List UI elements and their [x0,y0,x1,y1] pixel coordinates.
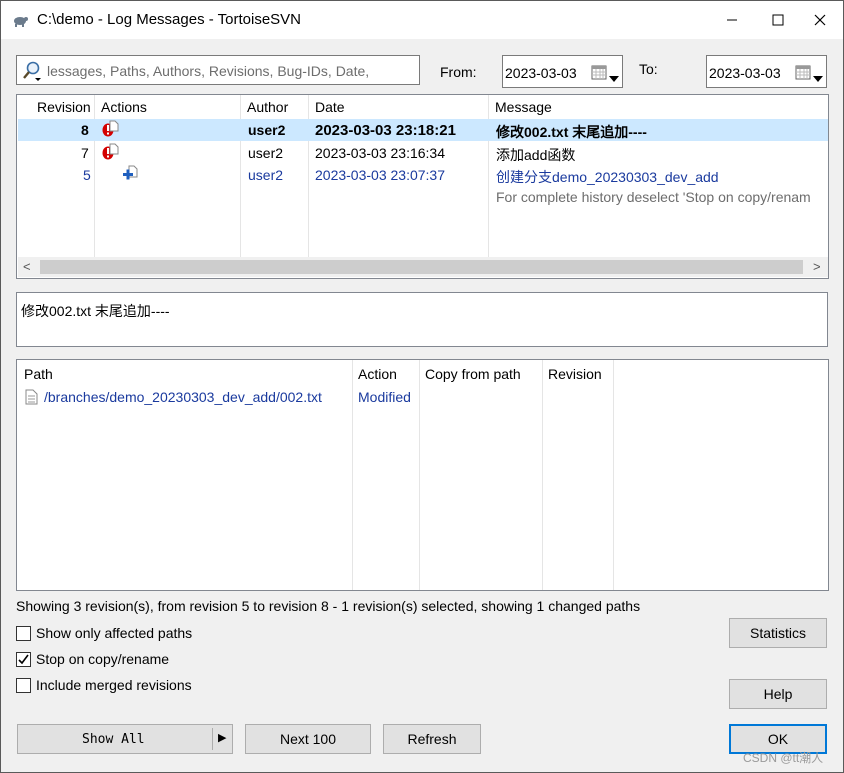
calendar-icon[interactable] [591,64,607,80]
message-text: 修改002.txt 末尾追加---- [21,303,170,319]
column-header-message[interactable]: Message [495,99,552,115]
to-date-picker[interactable]: 2023-03-03 [706,55,827,88]
search-icon[interactable] [21,60,43,82]
dropdown-arrow-icon[interactable]: ▶ [218,731,226,744]
calendar-icon[interactable] [795,64,811,80]
next-100-button[interactable]: Next 100 [245,724,371,754]
revision-number: 5 [83,167,91,183]
window-title: C:\demo - Log Messages - TortoiseSVN [37,11,302,28]
revision-list[interactable]: Revision Actions Author Date Message 8 u… [16,94,829,279]
author: user2 [248,122,286,138]
author: user2 [248,145,284,161]
chevron-down-icon[interactable] [609,69,619,85]
split-divider [212,728,213,750]
to-label: To: [639,61,658,77]
close-button[interactable] [797,1,843,39]
column-header-revision[interactable]: Revision [37,99,91,115]
column-header-action[interactable]: Action [358,366,397,382]
watermark: CSDN @tt潮人 [743,751,824,765]
change-action: Modified [358,389,411,405]
to-date-value: 2023-03-03 [709,65,781,81]
history-note: For complete history deselect 'Stop on c… [496,189,811,205]
changed-path: /branches/demo_20230303_dev_add/002.txt [44,389,322,405]
column-header-date[interactable]: Date [315,99,345,115]
scroll-right-arrow[interactable]: > [813,259,821,274]
date: 2023-03-03 23:18:21 [315,122,456,139]
search-input[interactable]: lessages, Paths, Authors, Revisions, Bug… [16,55,420,85]
file-icon [109,142,119,158]
revision-number: 8 [81,122,89,138]
checkmark-icon [18,654,29,665]
column-header-actions[interactable]: Actions [101,99,147,115]
add-copy-icon [122,165,140,184]
changed-paths-list[interactable]: Path Action Copy from path Revision /bra… [16,359,829,591]
minimize-button[interactable] [709,1,755,39]
column-header-path[interactable]: Path [24,366,53,382]
revision-number: 7 [81,145,89,161]
message: 修改002.txt 末尾追加---- [496,124,647,140]
file-icon [109,119,119,135]
show-only-affected-paths-label[interactable]: Show only affected paths [36,625,192,641]
stop-on-copy-rename-label[interactable]: Stop on copy/rename [36,651,169,667]
column-divider [352,360,353,590]
show-all-split-button[interactable]: Show All ▶ [17,724,233,754]
show-only-affected-paths-checkbox[interactable] [16,626,31,641]
from-date-picker[interactable]: 2023-03-03 [502,55,623,88]
title-bar[interactable]: C:\demo - Log Messages - TortoiseSVN [1,1,843,39]
from-label: From: [440,64,477,80]
refresh-button[interactable]: Refresh [383,724,481,754]
message: 添加add函数 [496,147,576,163]
from-date-value: 2023-03-03 [505,65,577,81]
include-merged-revisions-label[interactable]: Include merged revisions [36,677,192,693]
column-divider [542,360,543,590]
stop-on-copy-rename-checkbox[interactable] [16,652,31,667]
column-header-author[interactable]: Author [247,99,288,115]
message-details[interactable]: 修改002.txt 末尾追加---- [16,292,828,347]
message: 创建分支demo_20230303_dev_add [496,169,719,185]
include-merged-revisions-checkbox[interactable] [16,678,31,693]
scroll-left-arrow[interactable]: < [23,259,31,274]
show-all-label[interactable]: Show All [82,732,145,747]
author: user2 [248,167,284,183]
date: 2023-03-03 23:07:37 [315,167,445,183]
chevron-down-icon[interactable] [813,69,823,85]
maximize-button[interactable] [755,1,801,39]
status-text: Showing 3 revision(s), from revision 5 t… [16,598,641,614]
column-header-revision[interactable]: Revision [548,366,602,382]
column-divider [613,360,614,590]
text-file-icon [25,389,38,408]
column-header-copy-from-path[interactable]: Copy from path [425,366,521,382]
tortoise-icon [11,11,29,29]
statistics-button[interactable]: Statistics [729,618,827,648]
search-placeholder: lessages, Paths, Authors, Revisions, Bug… [47,63,370,79]
help-button[interactable]: Help [729,679,827,709]
column-divider [419,360,420,590]
date: 2023-03-03 23:16:34 [315,145,445,161]
scrollbar-thumb[interactable] [40,260,803,274]
log-messages-window: C:\demo - Log Messages - TortoiseSVN les… [0,0,844,773]
horizontal-scrollbar[interactable]: < > [18,257,828,277]
